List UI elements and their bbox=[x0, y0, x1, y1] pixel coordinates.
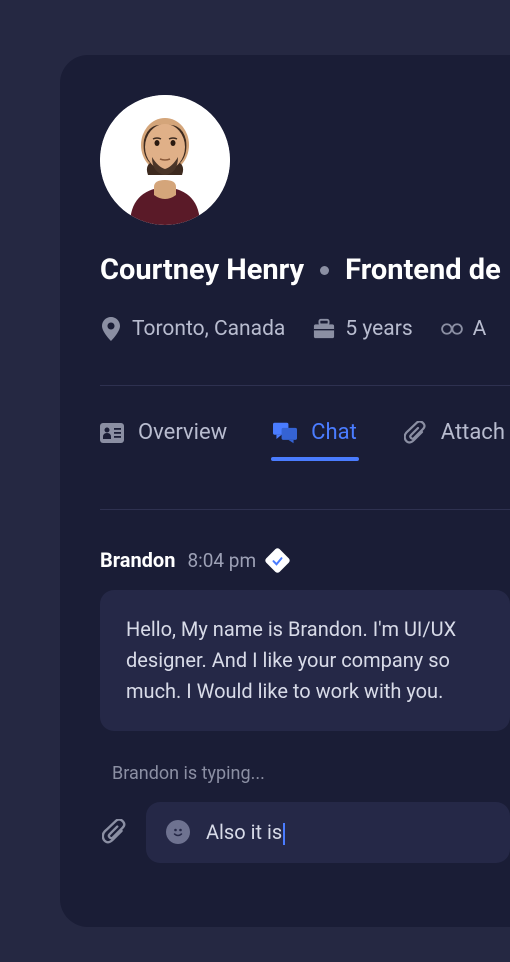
separator-dot bbox=[320, 266, 329, 275]
paperclip-icon bbox=[403, 421, 427, 445]
text-cursor bbox=[283, 823, 285, 845]
location-item: Toronto, Canada bbox=[100, 317, 285, 341]
profile-card: Courtney Henry Frontend de Toronto, Cana… bbox=[60, 55, 510, 927]
attach-button[interactable] bbox=[100, 818, 128, 846]
tab-overview[interactable]: Overview bbox=[100, 420, 227, 459]
message-bubble: Hello, My name is Brandon. I'm UI/UX des… bbox=[100, 590, 510, 731]
tab-overview-label: Overview bbox=[138, 420, 227, 445]
meta-row: Toronto, Canada 5 years A bbox=[100, 317, 510, 341]
read-receipt-icon bbox=[264, 547, 291, 574]
message-input-row: Also it is bbox=[100, 802, 510, 863]
typing-indicator: Brandon is typing... bbox=[112, 763, 510, 784]
extra-item: A bbox=[441, 317, 487, 341]
message-text: Hello, My name is Brandon. I'm UI/UX des… bbox=[126, 617, 456, 703]
tabs: Overview Chat Attach bbox=[100, 420, 510, 459]
sender-name: Brandon bbox=[100, 548, 175, 572]
experience-item: 5 years bbox=[313, 317, 412, 341]
divider bbox=[100, 509, 510, 510]
chat-icon bbox=[273, 421, 297, 445]
profile-role: Frontend de bbox=[345, 253, 501, 287]
tab-chat-label: Chat bbox=[311, 420, 357, 445]
input-text: Also it is bbox=[206, 820, 285, 845]
avatar[interactable] bbox=[100, 95, 230, 225]
tab-attachments[interactable]: Attach bbox=[403, 420, 505, 459]
briefcase-icon bbox=[313, 318, 335, 340]
overview-icon bbox=[100, 421, 124, 445]
tab-attachments-label: Attach bbox=[441, 420, 505, 445]
location-text: Toronto, Canada bbox=[132, 317, 285, 341]
divider bbox=[100, 385, 510, 386]
eyes-icon bbox=[441, 318, 463, 340]
profile-name: Courtney Henry bbox=[100, 253, 304, 287]
experience-text: 5 years bbox=[345, 317, 412, 341]
extra-text: A bbox=[473, 317, 487, 341]
emoji-button[interactable] bbox=[166, 820, 190, 844]
name-row: Courtney Henry Frontend de bbox=[100, 253, 510, 287]
tab-chat[interactable]: Chat bbox=[273, 420, 357, 459]
message-input[interactable]: Also it is bbox=[146, 802, 510, 863]
message-time: 8:04 pm bbox=[187, 549, 256, 572]
location-icon bbox=[100, 318, 122, 340]
message-header: Brandon 8:04 pm bbox=[100, 548, 510, 572]
